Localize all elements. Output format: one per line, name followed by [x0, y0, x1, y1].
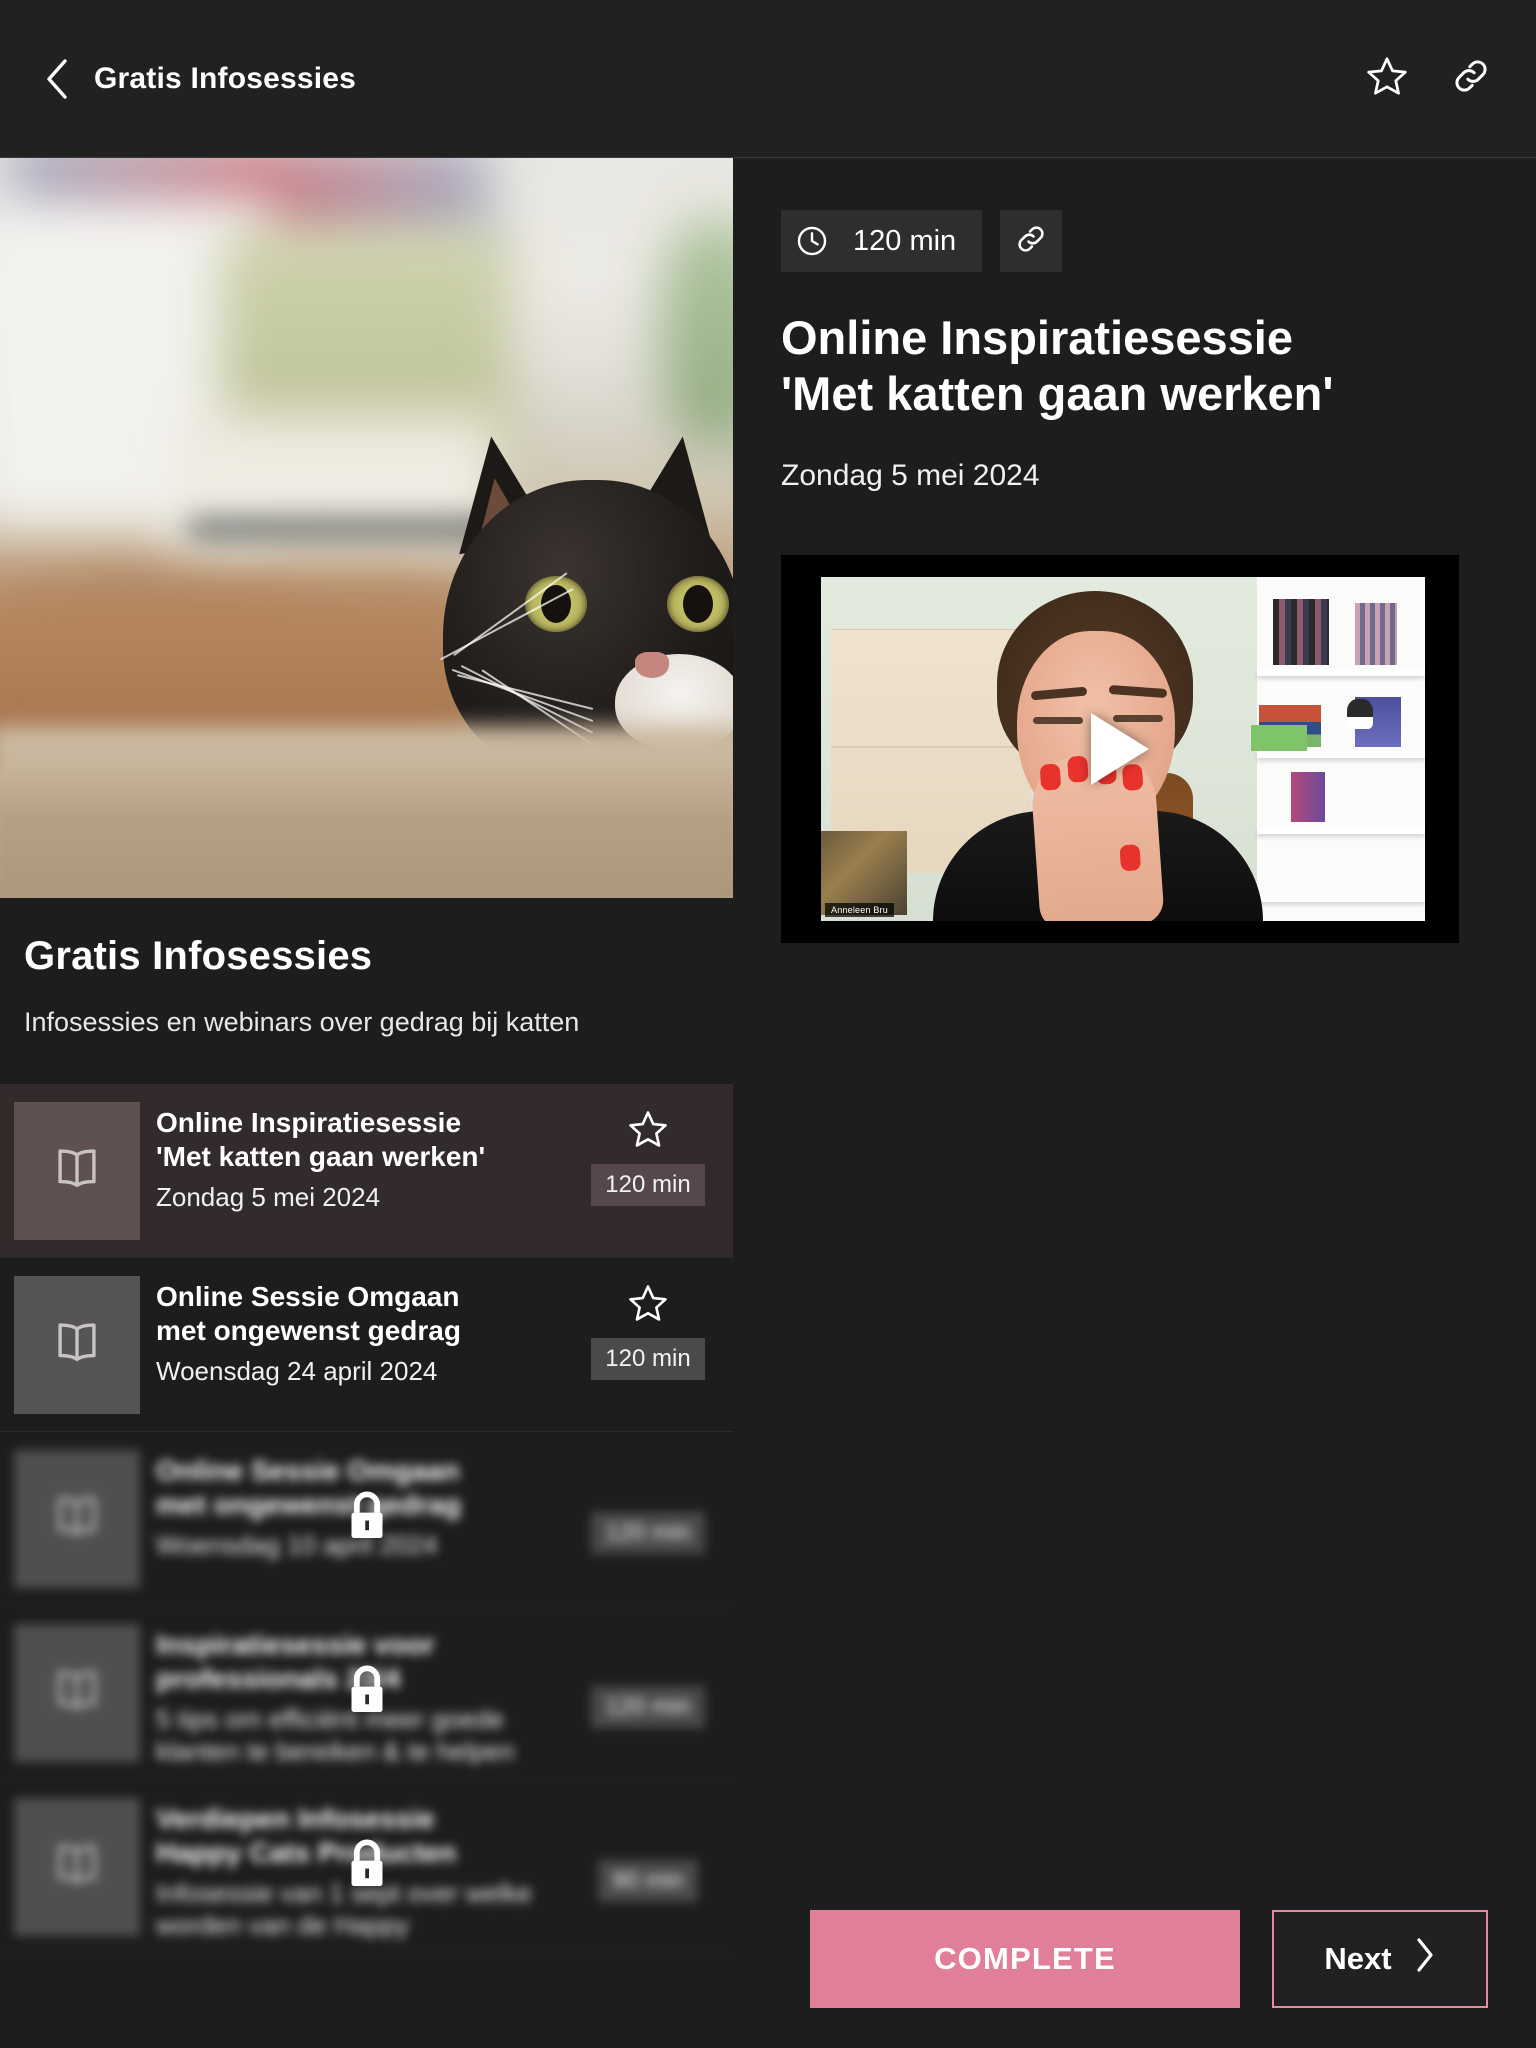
lesson-title-line1: Verdiepen Infosessie [156, 1803, 435, 1834]
lesson-meta-row: 120 min [781, 210, 1488, 272]
lesson-duration-badge: 120 min [591, 1686, 705, 1728]
course-hero-image [0, 158, 733, 898]
next-button-label: Next [1324, 1941, 1392, 1976]
lesson-detail-title: Online Inspiratiesessie 'Met katten gaan… [781, 310, 1488, 423]
lesson-favorite-button[interactable] [627, 1282, 669, 1324]
lesson-duration-badge: 120 min [591, 1164, 705, 1206]
lesson-thumbnail [14, 1798, 140, 1936]
book-icon [48, 1314, 106, 1377]
course-sidebar: Gratis Infosessies Infosessies en webina… [0, 158, 733, 2048]
lesson-thumbnail [14, 1276, 140, 1414]
lesson-list-item-locked-wrapper[interactable]: Online Sessie Omgaan met ongewenst gedra… [0, 1432, 733, 1606]
lesson-duration-badge: 90 min [597, 1860, 699, 1902]
lesson-favorite-button[interactable] [627, 1804, 669, 1846]
lesson-meta: 120 min [585, 1102, 711, 1206]
star-outline-icon [627, 1111, 669, 1154]
chevron-right-icon [1414, 1937, 1436, 1981]
play-icon[interactable] [1091, 712, 1149, 785]
lesson-list-item[interactable]: Online Sessie Omgaan met ongewenst gedra… [0, 1432, 733, 1606]
lesson-share-button[interactable] [1000, 210, 1063, 272]
duration-value: 120 min [853, 224, 957, 257]
duration-chip: 120 min [781, 210, 983, 272]
complete-button[interactable]: COMPLETE [810, 1910, 1240, 2008]
lesson-list-item-locked-wrapper[interactable]: Verdiepen Infosessie Happy Cats Producte… [0, 1780, 733, 1954]
lesson-favorite-button[interactable] [627, 1456, 669, 1498]
lesson-duration-badge: 120 min [591, 1338, 705, 1380]
lesson-text-block: Online Sessie Omgaan met ongewenst gedra… [156, 1450, 585, 1562]
lesson-title-line2: met ongewenst gedrag [156, 1489, 461, 1521]
course-title: Gratis Infosessies [24, 934, 373, 978]
chevron-left-icon [44, 58, 70, 100]
page-title: Gratis Infosessies [94, 61, 357, 95]
star-outline-icon [1365, 54, 1409, 103]
book-icon [48, 1836, 106, 1899]
lesson-date: Woensdag 10 april 2024 [156, 1530, 438, 1561]
lesson-text-block: Verdiepen Infosessie Happy Cats Producte… [156, 1798, 585, 1941]
lesson-list-item[interactable]: Inspiratiesessie voor professionals 23/4… [0, 1606, 733, 1780]
lesson-footer-actions: COMPLETE Next [810, 1910, 1488, 2008]
lesson-meta: 120 min [585, 1624, 711, 1728]
lesson-title-line1: Inspiratiesessie voor [156, 1629, 435, 1660]
lesson-text-block: Online Sessie Omgaan met ongewenst gedra… [156, 1276, 585, 1388]
lesson-text-block: Online Inspiratiesessie 'Met katten gaan… [156, 1102, 585, 1214]
back-button[interactable] [42, 57, 72, 101]
lesson-title-line2: professionals 23/4 [156, 1663, 401, 1695]
lesson-detail-panel: 120 min Online Inspiratiesessie 'Met kat… [733, 158, 1536, 2048]
content-area: Gratis Infosessies Infosessies en webina… [0, 158, 1536, 2048]
lesson-favorite-button[interactable] [627, 1108, 669, 1150]
course-subtitle: Infosessies en webinars over gedrag bij … [24, 1007, 580, 1037]
video-participant-name: Anneleen Bru [825, 902, 894, 917]
lesson-thumbnail [14, 1102, 140, 1240]
lesson-detail-title-line2: 'Met katten gaan werken' [781, 367, 1334, 421]
lesson-detail-title-line1: Online Inspiratiesessie [781, 311, 1293, 364]
lesson-meta: 120 min [585, 1450, 711, 1554]
lesson-title-line2: met ongewenst gedrag [156, 1315, 461, 1347]
lesson-meta: 90 min [585, 1798, 711, 1902]
book-icon [48, 1488, 106, 1551]
star-outline-icon [627, 1285, 669, 1328]
lesson-date: 5 tips om efficiënt meer goede klanten t… [156, 1704, 515, 1766]
course-heading-block: Gratis Infosessies Infosessies en webina… [0, 898, 733, 1046]
favorite-button[interactable] [1364, 56, 1410, 102]
lesson-list-item[interactable]: Online Inspiratiesessie 'Met katten gaan… [0, 1084, 733, 1258]
video-player[interactable]: Anneleen Bru [781, 554, 1459, 943]
link-icon [1014, 222, 1048, 261]
lesson-duration-badge: 120 min [591, 1512, 705, 1554]
lesson-date: Zondag 5 mei 2024 [156, 1182, 381, 1213]
lesson-date: Infosessie van 1 sept over welke worden … [156, 1878, 532, 1940]
lesson-title-line2: 'Met katten gaan werken' [156, 1141, 486, 1173]
cat-photo-subject [413, 360, 733, 780]
lesson-text-block: Inspiratiesessie voor professionals 23/4… [156, 1624, 585, 1767]
course-player-screen: Gratis Infosessies Gratis Infosessies In… [0, 0, 1536, 2048]
lesson-detail-date: Zondag 5 mei 2024 [781, 458, 1040, 492]
lesson-favorite-button[interactable] [627, 1630, 669, 1672]
lesson-thumbnail [14, 1450, 140, 1588]
lesson-title-line1: Online Inspiratiesessie [156, 1107, 462, 1138]
lesson-meta: 120 min [585, 1276, 711, 1380]
lesson-list-item[interactable]: Online Sessie Omgaan met ongewenst gedra… [0, 1258, 733, 1432]
top-bar-actions [1364, 56, 1494, 102]
lesson-list-item-locked-wrapper[interactable]: Inspiratiesessie voor professionals 23/4… [0, 1606, 733, 1780]
next-button[interactable]: Next [1272, 1910, 1488, 2008]
lesson-date: Woensdag 24 april 2024 [156, 1356, 438, 1387]
lesson-title-line2: Happy Cats Producten [156, 1837, 457, 1869]
lesson-list-item[interactable]: Verdiepen Infosessie Happy Cats Producte… [0, 1780, 733, 1954]
share-link-button[interactable] [1448, 56, 1494, 102]
book-icon [48, 1662, 106, 1725]
lesson-title-line1: Online Sessie Omgaan [156, 1455, 460, 1486]
link-icon [1450, 55, 1492, 102]
lesson-thumbnail [14, 1624, 140, 1762]
top-app-bar: Gratis Infosessies [0, 0, 1536, 158]
clock-icon [781, 224, 843, 258]
book-icon [48, 1140, 106, 1203]
lesson-list: Online Inspiratiesessie 'Met katten gaan… [0, 1084, 733, 1954]
lesson-title-line1: Online Sessie Omgaan [156, 1281, 460, 1312]
